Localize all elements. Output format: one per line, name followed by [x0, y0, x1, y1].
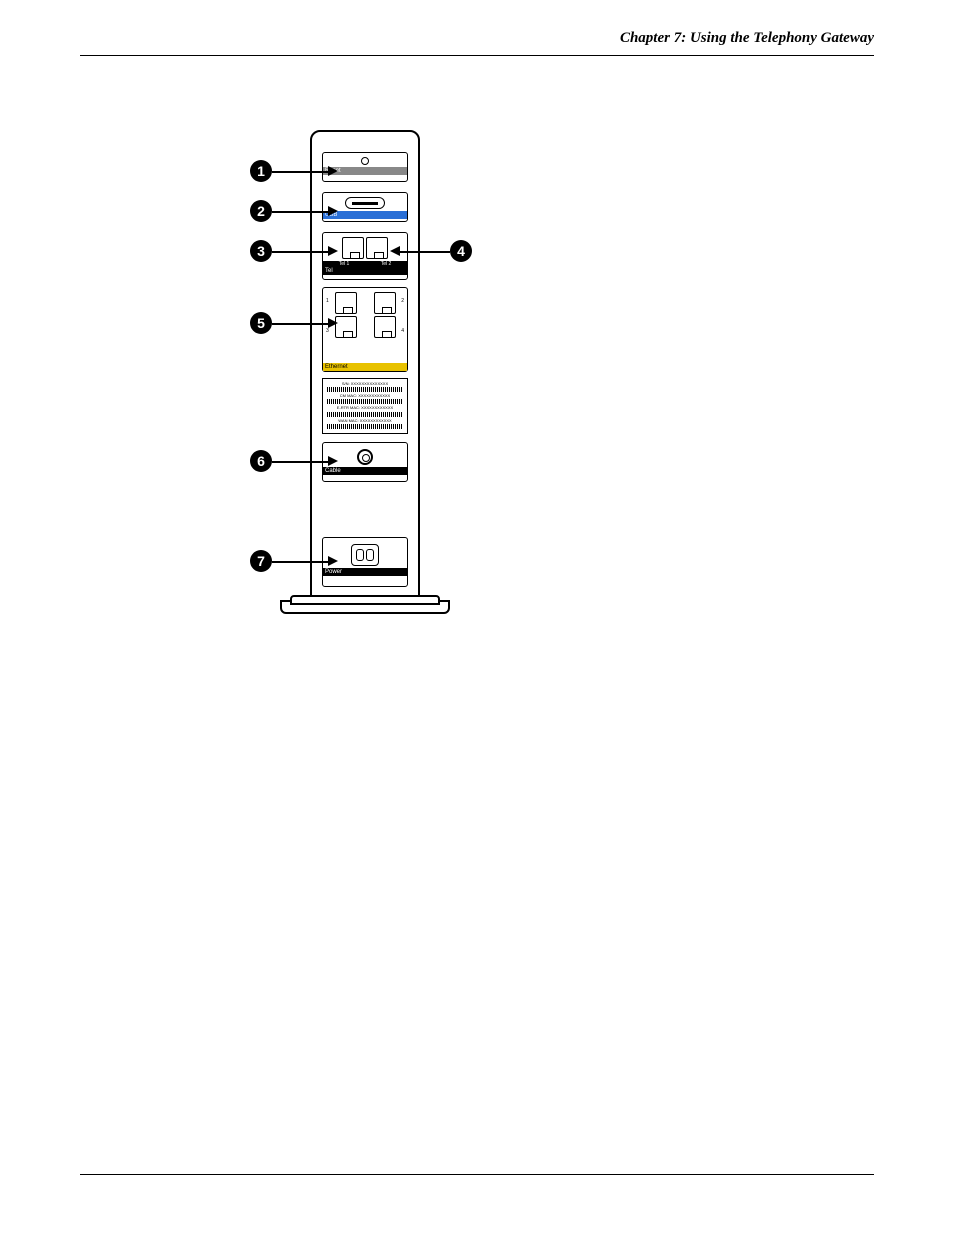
arrow-6	[328, 456, 338, 466]
barcode-2	[327, 399, 403, 404]
power-socket	[351, 544, 379, 566]
sticker-sn: S/N: XXXXXXXXXXXXXX	[325, 381, 405, 386]
arrow-3	[328, 246, 338, 256]
arrow-7	[328, 556, 338, 566]
power-prong-2	[366, 549, 374, 561]
barcode-1	[327, 387, 403, 392]
arrow-1	[328, 166, 338, 176]
eth-num-1: 1	[326, 298, 329, 304]
leader-2	[272, 211, 328, 213]
callout-3: 3	[250, 240, 272, 262]
callout-7: 7	[250, 550, 272, 572]
tel1-port	[342, 237, 364, 259]
ethernet-panel: 1 2 3 4 Ethernet	[322, 287, 408, 372]
sticker-cmmac: CM MAC: XXXXXXXXXXXX	[325, 393, 405, 398]
usb-port	[345, 197, 385, 209]
page-footer-rule	[80, 1174, 874, 1175]
sticker-ertrmac: E-RTR MAC: XXXXXXXXXXXX	[325, 405, 405, 410]
tel1-label: Tel 1	[339, 261, 350, 267]
chapter-title: Chapter 7: Using the Telephony Gateway	[620, 30, 874, 46]
eth-num-4: 4	[401, 328, 404, 334]
leader-6	[272, 461, 328, 463]
coax-connector	[357, 449, 373, 465]
power-label: Power	[323, 568, 407, 576]
arrow-2	[328, 206, 338, 216]
info-sticker: S/N: XXXXXXXXXXXXXX CM MAC: XXXXXXXXXXXX…	[322, 378, 408, 434]
callout-4: 4	[450, 240, 472, 262]
callout-6: 6	[250, 450, 272, 472]
eth-num-2: 2	[401, 298, 404, 304]
device-body: Reset USB Tel 1 Tel 2 Tel	[310, 130, 420, 610]
leader-5	[272, 323, 328, 325]
ethernet-ports-grid	[323, 288, 407, 342]
callout-1: 1	[250, 160, 272, 182]
leader-3	[272, 251, 328, 253]
tel2-port	[366, 237, 388, 259]
arrow-5	[328, 318, 338, 328]
device-rear-diagram: 1 2 3 4 5 6 7 Reset	[250, 130, 550, 630]
ethernet-label: Ethernet	[323, 363, 407, 371]
arrow-4	[390, 246, 400, 256]
reset-button-hole	[361, 157, 369, 165]
callout-2: 2	[250, 200, 272, 222]
barcode-3	[327, 412, 403, 417]
tel-panel: Tel 1 Tel 2 Tel	[322, 232, 408, 280]
leader-1	[272, 171, 328, 173]
leader-4	[400, 251, 450, 253]
eth-num-3: 3	[326, 328, 329, 334]
callout-5: 5	[250, 312, 272, 334]
cable-label: Cable	[323, 467, 407, 475]
page-header: Chapter 7: Using the Telephony Gateway	[80, 30, 874, 56]
power-prong-1	[356, 549, 364, 561]
page-content: Chapter 7: Using the Telephony Gateway 1…	[80, 30, 874, 1175]
eth-port-4	[374, 316, 396, 338]
tel2-label: Tel 2	[381, 261, 392, 267]
device-base-upper	[290, 595, 440, 605]
tel-section-label: Tel	[323, 267, 407, 275]
barcode-4	[327, 424, 403, 429]
leader-7	[272, 561, 328, 563]
eth-port-1	[335, 292, 357, 314]
eth-port-2	[374, 292, 396, 314]
sticker-wanmac: WAN MAC: XXXXXXXXXXXX	[325, 418, 405, 423]
